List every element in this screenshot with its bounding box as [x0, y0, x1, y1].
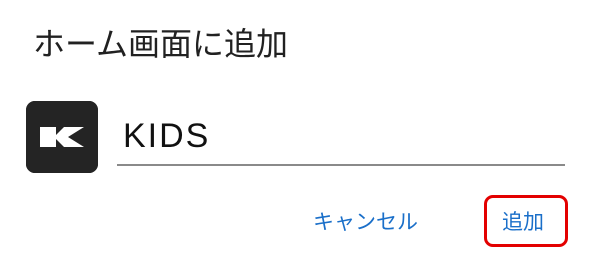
- kids-app-logo-icon: [26, 101, 98, 173]
- input-underline: [117, 164, 565, 166]
- dialog-title: ホーム画面に追加: [33, 25, 289, 63]
- cancel-button[interactable]: キャンセル: [313, 208, 418, 236]
- shortcut-name-field[interactable]: [117, 110, 565, 166]
- add-button[interactable]: 追加: [502, 208, 544, 236]
- add-to-home-screen-dialog: ホーム画面に追加 キャンセル 追加: [0, 0, 600, 264]
- shortcut-name-input[interactable]: [123, 110, 563, 162]
